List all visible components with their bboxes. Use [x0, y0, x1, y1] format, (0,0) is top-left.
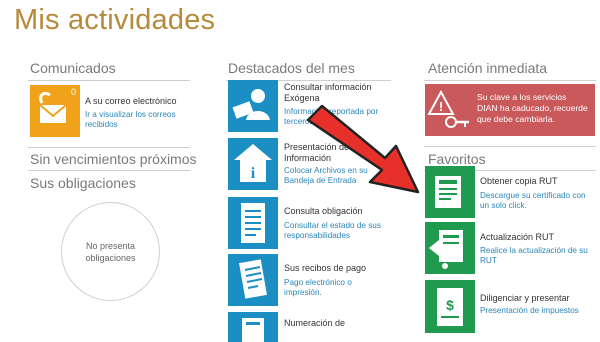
comunicados-link[interactable]: Ir a visualizar los correos recibidos [85, 110, 195, 130]
destacado-item[interactable]: Numeración de [228, 312, 388, 342]
destacado-item[interactable]: Sus recibos de pago Pago electrónico o i… [228, 254, 388, 306]
favorite-label: Obtener copia RUT [480, 176, 558, 186]
comunicados-tile[interactable]: 0 A su correo electrónico Ir a visualiza… [30, 85, 190, 137]
favorite-item[interactable]: Obtener copia RUT Descargue su certifica… [425, 166, 595, 218]
mail-icon: 0 [30, 85, 80, 137]
alert-text: Su clave a los servicios DIAN ha caducad… [477, 92, 588, 124]
divider [424, 80, 596, 81]
destacado-link[interactable]: Consultar el estado de sus responsabilid… [284, 221, 389, 241]
favoritos-heading: Favoritos [428, 151, 486, 167]
divider [28, 80, 190, 81]
password-expired-alert[interactable]: ! Su clave a los servicios DIAN ha caduc… [425, 84, 595, 136]
page-title: Mis actividades [14, 4, 216, 36]
warning-key-icon: ! [425, 84, 475, 136]
favorite-link[interactable]: Descargue su certificado con un solo cli… [480, 191, 592, 211]
numbering-icon [228, 312, 278, 342]
divider [28, 147, 190, 148]
document-list-icon [228, 197, 278, 249]
person-document-icon [228, 80, 278, 132]
destacado-link[interactable]: Pago electrónico o impresión. [284, 278, 389, 298]
empty-obligations-circle: No presenta obligaciones [61, 202, 160, 301]
favorite-link[interactable]: Realice la actualización de su RUT [480, 246, 592, 266]
destacado-label: Consulta obligación [284, 206, 363, 216]
svg-text:!: ! [439, 99, 443, 114]
divider [28, 170, 190, 171]
tax-form-icon: $ [425, 280, 475, 333]
comunicados-heading: Comunicados [30, 60, 116, 76]
svg-text:i: i [251, 165, 256, 182]
destacado-label: Sus recibos de pago [284, 263, 367, 273]
comunicados-label: A su correo electrónico [85, 96, 177, 106]
svg-text:$: $ [446, 297, 454, 313]
divider [424, 146, 596, 147]
red-arrow-icon [306, 104, 420, 194]
favorite-label: Diligenciar y presentar [480, 293, 570, 303]
destacado-item[interactable]: Consulta obligación Consultar el estado … [228, 197, 388, 249]
atencion-heading: Atención inmediata [428, 60, 548, 76]
sus-obligaciones-heading: Sus obligaciones [30, 175, 136, 191]
favorite-item[interactable]: Actualización RUT Realice la actualizaci… [425, 222, 595, 274]
receipt-icon [228, 254, 278, 306]
destacado-label: Numeración de [284, 318, 346, 328]
sin-vencimientos-heading: Sin vencimientos próximos [30, 151, 197, 167]
destacados-heading: Destacados del mes [228, 60, 355, 76]
rut-update-icon [425, 222, 475, 274]
favorite-item[interactable]: $ Diligenciar y presentar Presentación d… [425, 280, 595, 333]
rut-copy-icon [425, 166, 475, 218]
mail-count-badge: 0 [70, 87, 76, 97]
empty-obligations-text: No presenta obligaciones [85, 240, 136, 263]
favorite-link[interactable]: Presentación de impuestos [480, 306, 592, 316]
favorite-label: Actualización RUT [480, 232, 555, 242]
info-house-icon: i [228, 138, 278, 190]
